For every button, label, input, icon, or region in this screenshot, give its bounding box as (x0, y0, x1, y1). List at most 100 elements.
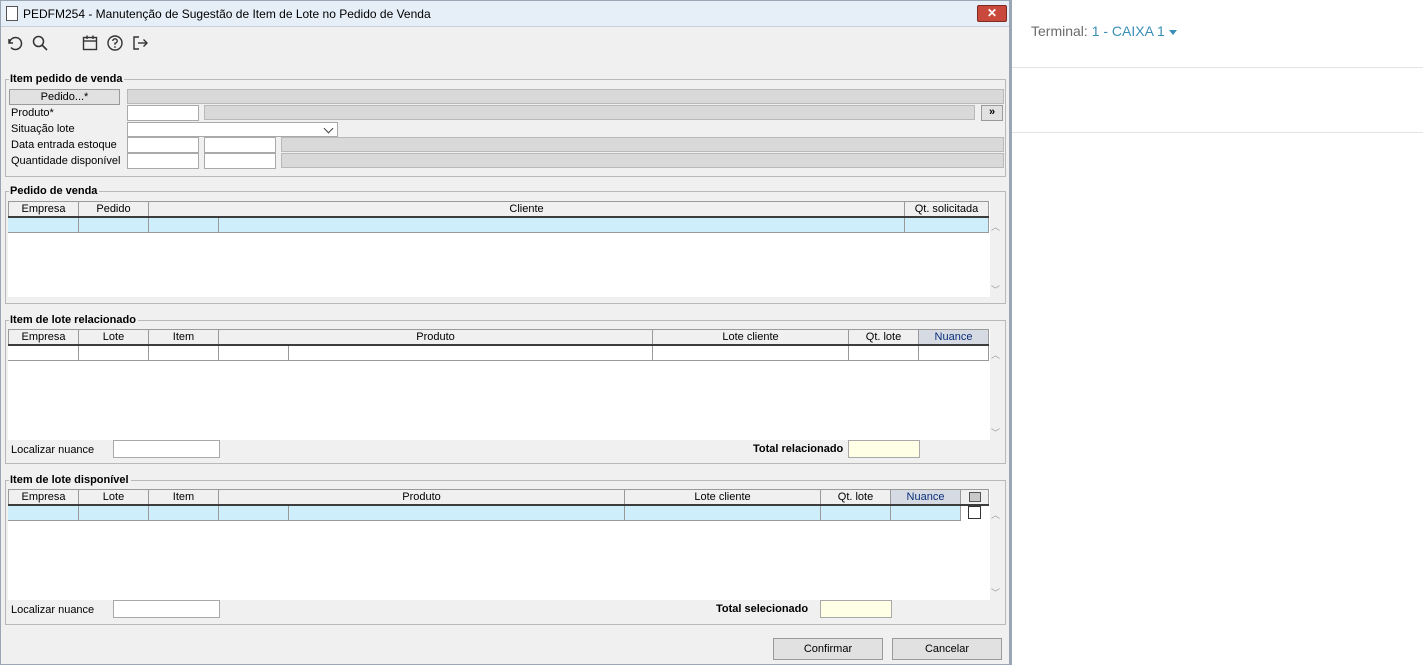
table-cell[interactable] (149, 218, 219, 233)
panel-divider (1010, 0, 1012, 665)
terminal-label: Terminal: (1031, 23, 1088, 39)
col-header-nuance[interactable]: Nuance (891, 489, 961, 504)
table-cell[interactable] (625, 506, 821, 521)
total-selecionado-field (820, 600, 892, 618)
col-header-qt-lote[interactable]: Qt. lote (849, 329, 919, 344)
total-selecionado-label: Total selecionado (716, 603, 809, 615)
app-window: PEDFM254 - Manutenção de Sugestão de Ite… (0, 0, 1010, 665)
scroll-down-icon[interactable]: ﹀ (991, 586, 1000, 599)
pedido-description-field (127, 89, 1004, 104)
quantidade-extra-field (281, 153, 1004, 168)
col-header-qt-lote[interactable]: Qt. lote (821, 489, 891, 504)
title-bar: PEDFM254 - Manutenção de Sugestão de Ite… (1, 1, 1009, 27)
col-header-item[interactable]: Item (149, 329, 219, 344)
document-icon (6, 6, 18, 21)
data-entrada-label: Data entrada estoque (11, 139, 117, 151)
search-icon[interactable] (31, 34, 49, 52)
cancel-button[interactable]: Cancelar (892, 638, 1002, 660)
chevron-down-icon (323, 123, 334, 134)
table-row[interactable] (8, 346, 989, 361)
select-all-checkbox-icon[interactable] (969, 492, 981, 502)
scroll-down-icon[interactable]: ﹀ (991, 426, 1000, 439)
exit-icon[interactable] (131, 34, 149, 52)
calendar-icon[interactable] (81, 34, 99, 52)
table-cell[interactable] (289, 346, 653, 361)
window-title: PEDFM254 - Manutenção de Sugestão de Ite… (23, 7, 431, 21)
situacao-lote-label: Situação lote (11, 123, 75, 135)
table-row[interactable] (8, 218, 989, 233)
situacao-lote-select[interactable] (127, 122, 338, 137)
data-entrada-end-input[interactable] (204, 137, 276, 153)
item-lote-relacionado-legend: Item de lote relacionado (9, 314, 138, 326)
table-cell[interactable] (8, 506, 79, 521)
col-header-produto[interactable]: Produto (219, 489, 625, 504)
col-header-cliente[interactable]: Cliente (149, 201, 905, 216)
scroll-up-icon[interactable]: ︿ (991, 508, 1000, 521)
table-cell[interactable] (219, 506, 289, 521)
localizar-nuance-label: Localizar nuance (11, 444, 95, 456)
expand-button[interactable]: » (981, 105, 1003, 121)
data-entrada-start-input[interactable] (127, 137, 199, 153)
col-header-empresa[interactable]: Empresa (8, 329, 79, 344)
terminal-selector[interactable]: Terminal: 1 - CAIXA 1 (1031, 23, 1177, 39)
confirm-button[interactable]: Confirmar (773, 638, 883, 660)
col-header-select-all[interactable] (961, 489, 989, 504)
quantidade-input-2[interactable] (204, 153, 276, 169)
close-icon: ✕ (986, 6, 998, 20)
row-checkbox[interactable] (968, 506, 981, 519)
item-pedido-legend: Item pedido de venda (9, 73, 125, 85)
table-cell[interactable] (149, 346, 219, 361)
col-header-nuance[interactable]: Nuance (919, 329, 989, 344)
col-header-empresa[interactable]: Empresa (8, 201, 79, 216)
data-entrada-extra-field (281, 137, 1004, 152)
pedido-button[interactable]: Pedido...* (9, 89, 120, 105)
divider (1012, 67, 1423, 68)
table-cell[interactable] (8, 218, 79, 233)
col-header-pedido[interactable]: Pedido (79, 201, 149, 216)
table-cell[interactable] (79, 218, 149, 233)
col-header-lote-cliente[interactable]: Lote cliente (653, 329, 849, 344)
col-header-qt-solicitada[interactable]: Qt. solicitada (905, 201, 989, 216)
scroll-up-icon[interactable]: ︿ (991, 348, 1000, 361)
localizar-nuance-input[interactable] (113, 600, 220, 618)
table-cell[interactable] (219, 218, 905, 233)
produto-code-input[interactable] (127, 105, 199, 121)
close-button[interactable]: ✕ (977, 5, 1007, 22)
help-icon[interactable] (106, 34, 124, 52)
table-cell[interactable] (79, 506, 149, 521)
table-row[interactable] (8, 506, 989, 521)
col-header-lote-cliente[interactable]: Lote cliente (625, 489, 821, 504)
quantidade-label: Quantidade disponível (11, 155, 121, 167)
scroll-up-icon[interactable]: ︿ (991, 220, 1000, 233)
produto-label: Produto* (11, 107, 54, 119)
total-relacionado-field (848, 440, 920, 458)
terminal-value[interactable]: 1 - CAIXA 1 (1092, 23, 1165, 39)
localizar-nuance-input[interactable] (113, 440, 220, 458)
divider (1012, 132, 1423, 133)
table-cell[interactable] (653, 346, 849, 361)
caret-down-icon[interactable] (1168, 29, 1177, 35)
col-header-empresa[interactable]: Empresa (8, 489, 79, 504)
total-relacionado-label: Total relacionado (753, 443, 844, 455)
table-cell[interactable] (821, 506, 891, 521)
table-cell[interactable] (219, 346, 289, 361)
col-header-produto[interactable]: Produto (219, 329, 653, 344)
undo-icon[interactable] (5, 34, 23, 52)
table-cell[interactable] (905, 218, 989, 233)
table-cell[interactable] (891, 506, 961, 521)
table-cell[interactable] (849, 346, 919, 361)
produto-description-field (204, 105, 975, 120)
col-header-lote[interactable]: Lote (79, 489, 149, 504)
localizar-nuance-label: Localizar nuance (11, 604, 95, 616)
pedido-venda-legend: Pedido de venda (9, 185, 100, 197)
table-cell[interactable] (919, 346, 989, 361)
item-lote-disponivel-legend: Item de lote disponível (9, 474, 131, 486)
col-header-lote[interactable]: Lote (79, 329, 149, 344)
quantidade-input-1[interactable] (127, 153, 199, 169)
col-header-item[interactable]: Item (149, 489, 219, 504)
table-cell[interactable] (149, 506, 219, 521)
scroll-down-icon[interactable]: ﹀ (991, 283, 1000, 296)
table-cell[interactable] (79, 346, 149, 361)
table-cell[interactable] (8, 346, 79, 361)
table-cell[interactable] (289, 506, 625, 521)
